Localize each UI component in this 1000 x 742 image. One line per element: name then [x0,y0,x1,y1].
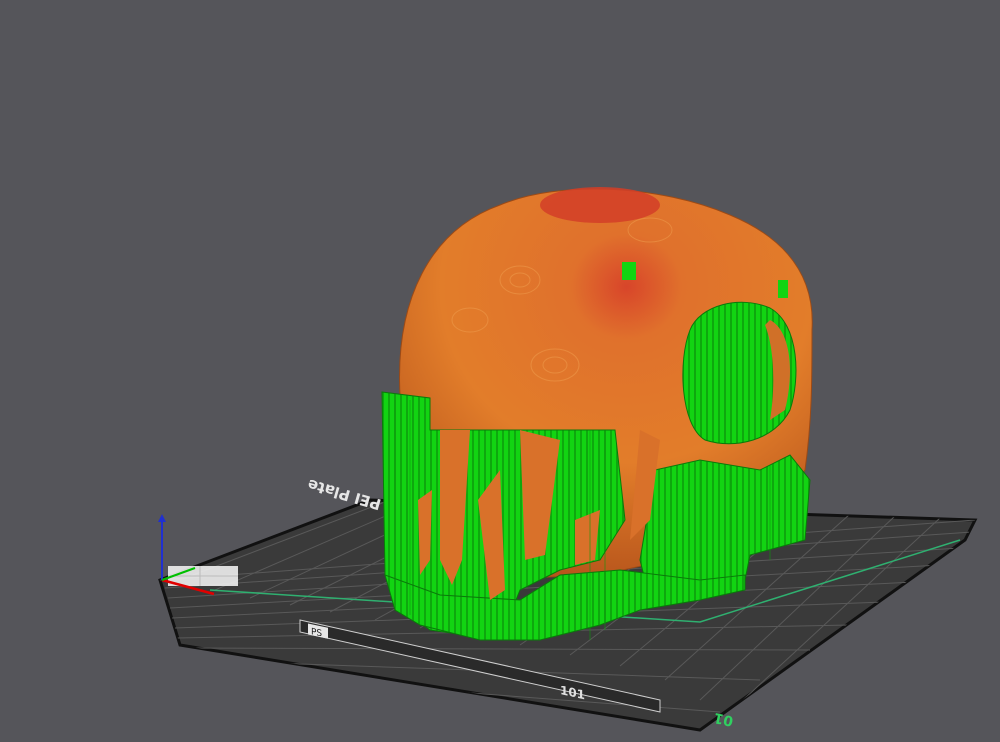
bed-number-label: 01 [712,709,734,729]
skull-top-highlight [540,187,660,223]
3d-viewport[interactable]: PS 101 PEI Plate 01 [0,0,1000,742]
plate-label: PEI Plate [305,475,383,513]
support-patch [622,262,636,280]
support-patch [778,280,788,298]
